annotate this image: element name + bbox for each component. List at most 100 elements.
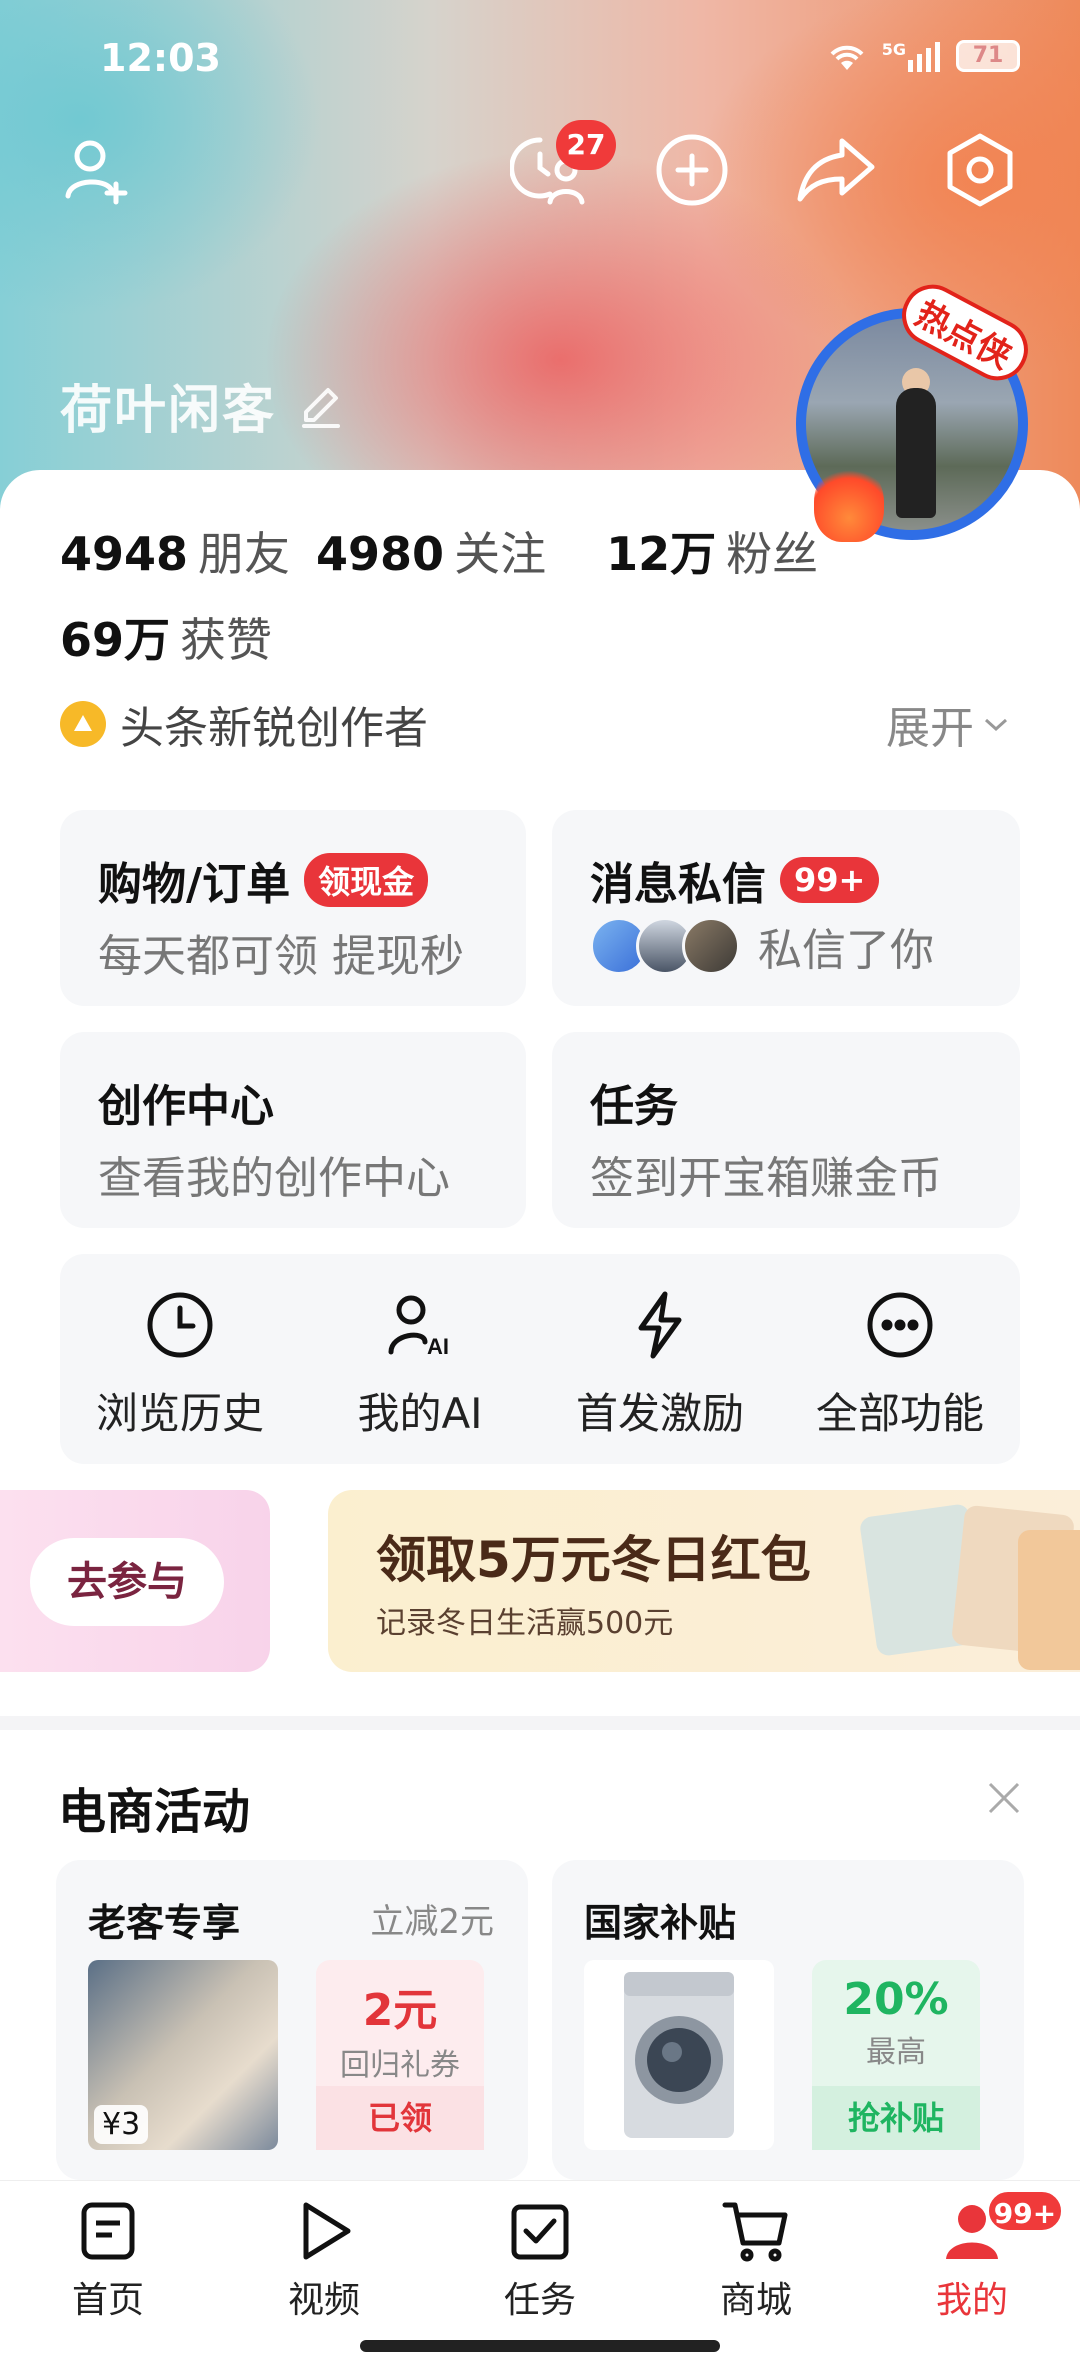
stat-friends[interactable]: 4948 朋友 <box>60 518 316 584</box>
stat-label: 获赞 <box>180 613 273 667</box>
username: 荷叶闲客 <box>60 381 277 441</box>
stat-value: 69万 <box>60 613 171 667</box>
subsidy-coupon[interactable]: 20% 最高 抢补贴 <box>812 1960 980 2150</box>
ai-person-icon: AI <box>388 1295 449 1359</box>
creator-badge-row[interactable]: 头条新锐创作者 <box>60 692 428 756</box>
creator-coin-icon <box>60 701 106 747</box>
header-actions: 27 <box>0 120 1080 220</box>
status-icons: 5G 71 <box>826 40 1020 72</box>
grab-subsidy-button[interactable]: 抢补贴 <box>812 2086 980 2150</box>
sender-avatars <box>590 917 740 975</box>
tab-video[interactable]: 视频 <box>244 2199 404 2323</box>
more-icon <box>867 1292 933 1358</box>
section-divider <box>0 1716 1080 1730</box>
coupon-label: 回归礼券 <box>340 2048 460 2083</box>
add-friend-button[interactable] <box>58 130 138 210</box>
play-icon <box>303 2202 351 2260</box>
tab-label: 首页 <box>71 2280 144 2321</box>
washing-machine-image <box>584 1960 774 2150</box>
wifi-icon <box>830 45 864 70</box>
winter-red-packet-banner[interactable]: 领取5万元冬日红包 记录冬日生活赢500元 <box>328 1490 1080 1672</box>
chevron-down-icon <box>984 718 1008 732</box>
stat-label: 朋友 <box>198 527 291 581</box>
tool-first-release-incentive[interactable]: 首发激励 <box>540 1254 780 1464</box>
card-subtitle: 每天都可领 提现秒 <box>98 931 464 982</box>
status-bar: 12:03 5G 71 <box>100 36 1020 86</box>
promo-banner-left[interactable]: 去参与 <box>0 1490 270 1672</box>
svg-text:AI: AI <box>427 1334 449 1359</box>
quick-tools: 浏览历史 AI 我的AI 首发激励 全部功能 <box>60 1254 1020 1464</box>
ecard-discount: 立减2元 <box>370 1902 494 1942</box>
stat-value: 4980 <box>316 527 445 581</box>
notification-count-badge: 27 <box>556 120 616 170</box>
network-label: 5G <box>881 39 906 59</box>
tool-label: 全部功能 <box>815 1389 984 1438</box>
lightning-icon <box>638 1291 682 1359</box>
tab-tasks[interactable]: 任务 <box>460 2199 620 2323</box>
share-button[interactable] <box>796 130 876 210</box>
tool-browse-history[interactable]: 浏览历史 <box>60 1254 300 1464</box>
tab-label: 商城 <box>719 2280 792 2321</box>
tasks-card[interactable]: 任务 签到开宝箱赚金币 <box>552 1032 1020 1228</box>
tool-label: 浏览历史 <box>95 1389 264 1438</box>
tab-label: 视频 <box>287 2280 360 2321</box>
tool-label: 首发激励 <box>575 1389 744 1438</box>
banner-subtitle: 记录冬日生活赢500元 <box>376 1606 674 1641</box>
stat-value: 4948 <box>60 527 189 581</box>
add-friend-icon <box>65 140 128 205</box>
ecard-title: 国家补贴 <box>584 1901 737 1945</box>
flame-decoration <box>814 462 884 542</box>
return-coupon[interactable]: 2元 回归礼券 已领 <box>316 1960 484 2150</box>
join-button[interactable]: 去参与 <box>30 1538 224 1626</box>
avatar <box>682 917 740 975</box>
visitors-button[interactable]: 27 <box>510 120 616 210</box>
tab-mall[interactable]: 商城 <box>676 2199 836 2323</box>
ecommerce-section-title: 电商活动 <box>58 1784 251 1840</box>
coupon-amount: 2元 <box>362 1985 438 2036</box>
plus-circle-icon <box>656 134 728 206</box>
stat-value: 12万 <box>606 527 717 581</box>
tool-my-ai[interactable]: AI 我的AI <box>300 1254 540 1464</box>
settings-button[interactable] <box>940 130 1020 210</box>
edit-pencil-icon[interactable] <box>298 384 342 428</box>
message-count-badge: 99+ <box>780 857 880 903</box>
profile-avatar[interactable]: 热点侠 <box>796 274 1039 542</box>
signal-icon <box>908 42 940 72</box>
stat-label: 关注 <box>454 527 547 581</box>
tab-mine[interactable]: 我的 99+ <box>892 2189 1064 2323</box>
clock-icon <box>147 1292 213 1358</box>
card-subtitle: 签到开宝箱赚金币 <box>590 1153 942 1204</box>
subsidy-percent: 20% <box>843 1974 949 2025</box>
card-title-row: 消息私信 99+ <box>590 848 880 912</box>
coupon-status: 已领 <box>316 2086 484 2150</box>
username-row[interactable]: 荷叶闲客 <box>60 368 342 443</box>
card-subtitle: 私信了你 <box>758 925 934 976</box>
national-subsidy-card[interactable]: 国家补贴 20% 最高 抢补贴 <box>552 1860 1024 2180</box>
tab-label: 任务 <box>503 2280 576 2321</box>
task-check-icon <box>511 2204 569 2260</box>
creator-label: 头条新锐创作者 <box>120 703 428 754</box>
home-indicator <box>360 2340 720 2352</box>
home-icon <box>81 2202 135 2260</box>
tab-home[interactable]: 首页 <box>28 2199 188 2323</box>
returning-customer-card[interactable]: 老客专享 立减2元 ¥3 2元 回归礼券 已领 <box>56 1860 528 2180</box>
cart-icon <box>722 2202 788 2262</box>
messages-card[interactable]: 消息私信 99+ 私信了你 <box>552 810 1020 1006</box>
expand-button[interactable]: 展开 <box>886 692 1010 756</box>
card-title: 购物/订单 <box>98 859 291 910</box>
tool-all-features[interactable]: 全部功能 <box>780 1254 1020 1464</box>
publish-button[interactable] <box>652 130 732 210</box>
card-title: 创作中心 <box>98 1081 274 1132</box>
avatar-person-body <box>896 388 936 518</box>
status-time: 12:03 <box>100 36 221 80</box>
settings-hex-icon <box>947 133 1013 207</box>
mine-badge: 99+ <box>986 2189 1064 2233</box>
product-price: ¥3 <box>94 2105 149 2144</box>
shopping-orders-card[interactable]: 购物/订单 领现金 每天都可领 提现秒 <box>60 810 526 1006</box>
creation-center-card[interactable]: 创作中心 查看我的创作中心 <box>60 1032 526 1228</box>
ecard-title: 老客专享 <box>88 1901 241 1945</box>
card-subtitle-row: 私信了你 <box>590 914 934 978</box>
stat-following[interactable]: 4980 关注 <box>316 518 606 584</box>
close-icon[interactable] <box>984 1778 1024 1818</box>
stat-likes[interactable]: 69万 获赞 <box>60 604 272 670</box>
